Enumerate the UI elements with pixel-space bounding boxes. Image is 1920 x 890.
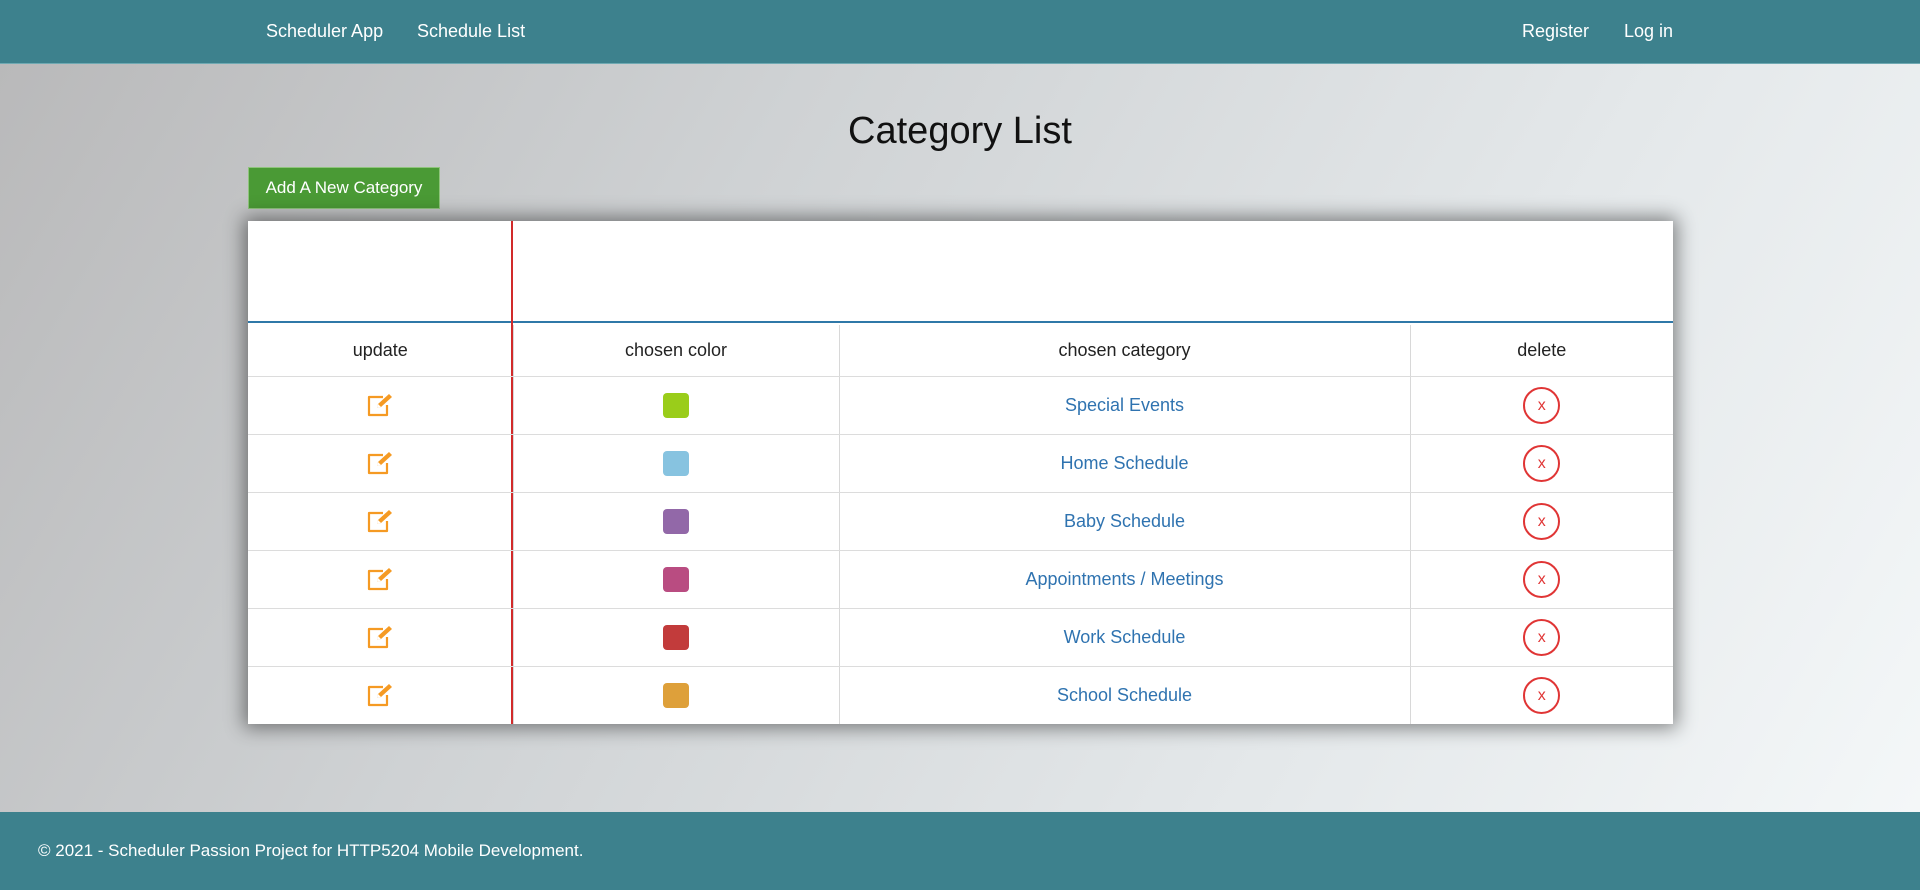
category-table: update chosen color chosen category dele… bbox=[248, 325, 1673, 724]
nav-register-link[interactable]: Register bbox=[1522, 21, 1589, 42]
edit-pencil-icon[interactable] bbox=[365, 508, 395, 534]
category-table-card: update chosen color chosen category dele… bbox=[248, 221, 1673, 724]
update-cell bbox=[248, 434, 513, 493]
category-cell: Special Events bbox=[838, 376, 1410, 435]
category-link[interactable]: Home Schedule bbox=[1060, 453, 1188, 473]
table-row: Home Schedule x bbox=[248, 434, 1673, 493]
delete-cell: x bbox=[1409, 608, 1673, 667]
category-link[interactable]: Work Schedule bbox=[1064, 627, 1186, 647]
color-cell bbox=[512, 608, 839, 667]
delete-cell: x bbox=[1409, 666, 1673, 724]
update-cell bbox=[248, 492, 513, 551]
category-link[interactable]: Special Events bbox=[1065, 395, 1184, 415]
category-link[interactable]: School Schedule bbox=[1057, 685, 1192, 705]
category-cell: Baby Schedule bbox=[838, 492, 1410, 551]
table-row: Baby Schedule x bbox=[248, 492, 1673, 551]
delete-button[interactable]: x bbox=[1523, 502, 1561, 540]
color-swatch bbox=[663, 508, 689, 534]
update-cell bbox=[248, 666, 513, 724]
delete-cell: x bbox=[1409, 492, 1673, 551]
footer-text: © 2021 - Scheduler Passion Project for H… bbox=[38, 841, 584, 860]
table-row: Appointments / Meetings x bbox=[248, 550, 1673, 609]
category-link[interactable]: Baby Schedule bbox=[1064, 511, 1185, 531]
update-cell bbox=[248, 608, 513, 667]
color-swatch bbox=[663, 682, 689, 708]
edit-pencil-icon[interactable] bbox=[365, 566, 395, 592]
top-navbar: Scheduler App Schedule List Register Log… bbox=[0, 0, 1920, 64]
color-swatch bbox=[663, 392, 689, 418]
color-cell bbox=[512, 666, 839, 724]
color-cell bbox=[512, 376, 839, 435]
delete-cell: x bbox=[1409, 550, 1673, 609]
delete-cell: x bbox=[1409, 434, 1673, 493]
table-row: Work Schedule x bbox=[248, 608, 1673, 667]
category-cell: Work Schedule bbox=[838, 608, 1410, 667]
category-cell: School Schedule bbox=[838, 666, 1410, 724]
card-header-area bbox=[248, 221, 1673, 323]
update-cell bbox=[248, 550, 513, 609]
color-swatch bbox=[663, 566, 689, 592]
category-cell: Home Schedule bbox=[838, 434, 1410, 493]
color-cell bbox=[512, 434, 839, 493]
edit-pencil-icon[interactable] bbox=[365, 450, 395, 476]
page-title: Category List bbox=[848, 110, 1072, 152]
delete-cell: x bbox=[1409, 376, 1673, 435]
table-row: School Schedule x bbox=[248, 666, 1673, 724]
header-chosen-category: chosen category bbox=[838, 325, 1410, 377]
add-category-button[interactable]: Add A New Category bbox=[248, 167, 440, 209]
header-delete: delete bbox=[1409, 325, 1673, 377]
delete-button[interactable]: x bbox=[1523, 676, 1561, 714]
edit-pencil-icon[interactable] bbox=[365, 624, 395, 650]
delete-button[interactable]: x bbox=[1523, 618, 1561, 656]
color-swatch bbox=[663, 450, 689, 476]
nav-schedule-list-link[interactable]: Schedule List bbox=[417, 21, 525, 42]
nav-login-link[interactable]: Log in bbox=[1624, 21, 1673, 42]
table-header-row: update chosen color chosen category dele… bbox=[248, 325, 1673, 377]
header-chosen-color: chosen color bbox=[512, 325, 839, 377]
delete-button[interactable]: x bbox=[1523, 560, 1561, 598]
delete-button[interactable]: x bbox=[1523, 444, 1561, 482]
color-cell bbox=[512, 550, 839, 609]
color-cell bbox=[512, 492, 839, 551]
table-row: Special Events x bbox=[248, 376, 1673, 435]
category-link[interactable]: Appointments / Meetings bbox=[1025, 569, 1223, 589]
header-update: update bbox=[248, 325, 513, 377]
footer: © 2021 - Scheduler Passion Project for H… bbox=[0, 812, 1920, 890]
delete-button[interactable]: x bbox=[1523, 386, 1561, 424]
edit-pencil-icon[interactable] bbox=[365, 392, 395, 418]
color-swatch bbox=[663, 624, 689, 650]
update-cell bbox=[248, 376, 513, 435]
category-cell: Appointments / Meetings bbox=[838, 550, 1410, 609]
nav-brand-link[interactable]: Scheduler App bbox=[266, 21, 383, 42]
edit-pencil-icon[interactable] bbox=[365, 682, 395, 708]
